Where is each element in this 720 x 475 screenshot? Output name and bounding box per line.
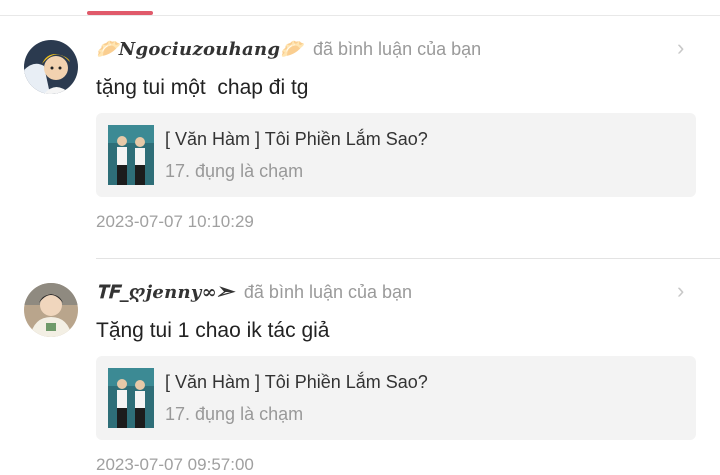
comment-text: Tặng tui 1 chao ik tác giả [96, 319, 330, 342]
timestamp: 2023-07-07 09:57:00 [96, 455, 254, 474]
book-card[interactable]: [ Văn Hàm ] Tôi Phiền Lắm Sao? 17. đụng … [96, 356, 696, 440]
chevron-right-icon[interactable]: › [677, 278, 684, 304]
timestamp: 2023-07-07 10:10:29 [96, 212, 254, 231]
book-cover-image [108, 368, 154, 428]
notification-header: 𝐓𝐅_ღ𝒋𝒆𝒏𝒏𝒚∞➣ đã bình luận của bạn [96, 279, 412, 305]
book-title: [ Văn Hàm ] Tôi Phiền Lắm Sao? [165, 129, 428, 149]
top-tab-bar [0, 0, 720, 16]
active-tab-indicator [87, 11, 153, 15]
action-text: đã bình luận của bạn [243, 281, 413, 302]
book-cover-image [108, 125, 154, 185]
avatar[interactable] [24, 283, 78, 337]
chevron-right-icon[interactable]: › [677, 35, 684, 61]
username[interactable]: 🥟𝑵𝒈𝒐𝒄𝒊𝒖𝒛𝒐𝒖𝒉𝒂𝒏𝒈🥟 [96, 39, 303, 60]
book-title: [ Văn Hàm ] Tôi Phiền Lắm Sao? [165, 372, 428, 392]
username[interactable]: 𝐓𝐅_ღ𝒋𝒆𝒏𝒏𝒚∞➣ [96, 282, 234, 303]
action-text: đã bình luận của bạn [313, 38, 482, 59]
notification-header: 🥟𝑵𝒈𝒐𝒄𝒊𝒖𝒛𝒐𝒖𝒉𝒂𝒏𝒈🥟 đã bình luận của bạn [96, 36, 481, 62]
chapter-title: 17. đụng là chạm [165, 404, 304, 424]
divider [96, 258, 720, 259]
avatar[interactable] [24, 40, 78, 94]
comment-text: tặng tui một chap đi tg [96, 76, 309, 99]
book-card[interactable]: [ Văn Hàm ] Tôi Phiền Lắm Sao? 17. đụng … [96, 113, 696, 197]
chapter-title: 17. đụng là chạm [165, 161, 304, 181]
